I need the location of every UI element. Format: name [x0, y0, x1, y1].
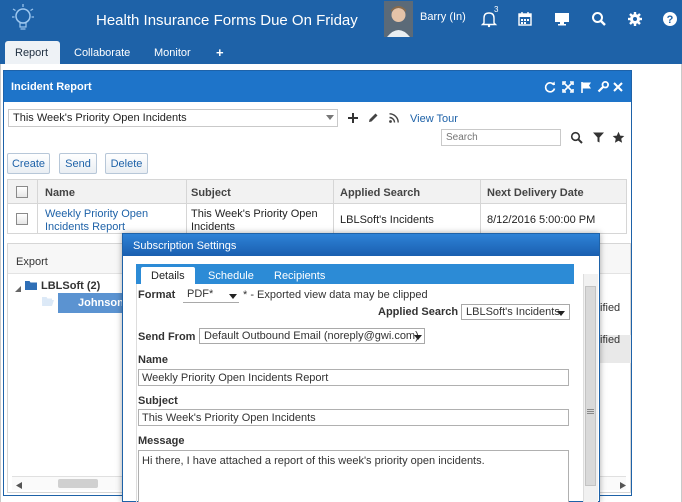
send-from-label: Send From: [138, 331, 196, 343]
chevron-down-icon[interactable]: [326, 115, 334, 120]
tab-monitor[interactable]: Monitor: [144, 41, 201, 64]
column-header-next-delivery[interactable]: Next Delivery Date: [487, 187, 584, 199]
delete-button[interactable]: Delete: [105, 153, 148, 174]
calendar-icon[interactable]: [516, 10, 534, 28]
scrollbar-grip-icon: [587, 406, 594, 414]
scroll-right-icon[interactable]: [620, 480, 626, 489]
folder-open-icon: [42, 296, 54, 307]
filter-icon[interactable]: [592, 131, 605, 144]
view-tour-link[interactable]: View Tour: [410, 113, 458, 125]
column-header-name[interactable]: Name: [45, 187, 75, 199]
tab-schedule[interactable]: Schedule: [198, 267, 264, 284]
tab-collaborate[interactable]: Collaborate: [64, 41, 140, 64]
dialog-body: Format PDF* * - Exported view data may b…: [136, 284, 574, 502]
row-applied-search: LBLSoft's Incidents: [340, 214, 434, 226]
table-row[interactable]: Weekly Priority Open Incidents Report Th…: [8, 205, 626, 233]
lightbulb-logo-icon[interactable]: [10, 2, 36, 36]
dialog-tabs: Details Schedule Recipients: [136, 264, 574, 284]
send-from-select[interactable]: Default Outbound Email (noreply@gwi.com): [199, 328, 425, 344]
send-button[interactable]: Send: [59, 153, 97, 174]
row-subject: This Week's Priority Open Incidents: [191, 208, 318, 233]
format-label: Format: [138, 289, 176, 301]
subject-field[interactable]: This Week's Priority Open Incidents: [138, 409, 569, 426]
folder-icon: [25, 280, 37, 291]
panel-title: Incident Report: [11, 81, 92, 93]
column-header-applied-search[interactable]: Applied Search: [340, 187, 420, 199]
modified-text: ified: [600, 302, 621, 314]
main-tabs: Report Collaborate Monitor +: [0, 38, 682, 64]
row-checkbox[interactable]: [16, 213, 28, 225]
applied-search-label: Applied Search: [378, 306, 459, 318]
expand-icon[interactable]: [562, 81, 574, 93]
top-bar: Health Insurance Forms Due On Friday Bar…: [0, 0, 682, 38]
rss-icon[interactable]: [388, 112, 400, 124]
scrollbar-thumb[interactable]: [58, 479, 98, 488]
name-label: Name: [138, 354, 168, 366]
wrench-icon[interactable]: [597, 81, 609, 93]
notification-count: 3: [494, 5, 499, 14]
row-next-delivery: 8/12/2016 5:00:00 PM: [487, 214, 596, 226]
tab-details[interactable]: Details: [141, 267, 195, 284]
flag-icon[interactable]: [580, 81, 592, 93]
refresh-icon[interactable]: [544, 81, 556, 93]
subject-label: Subject: [138, 395, 178, 407]
gear-icon[interactable]: [626, 10, 644, 28]
subscriptions-table: Name Subject Applied Search Next Deliver…: [7, 179, 627, 234]
tab-report[interactable]: Report: [5, 41, 60, 64]
dialog-header[interactable]: Subscription Settings: [123, 234, 599, 256]
add-tab-button[interactable]: +: [206, 41, 234, 64]
chevron-down-icon[interactable]: [229, 294, 237, 299]
view-select[interactable]: This Week's Priority Open Incidents: [8, 109, 338, 127]
avatar[interactable]: [384, 1, 413, 37]
row-name-link[interactable]: Weekly Priority Open Incidents Report: [45, 208, 183, 234]
name-field[interactable]: Weekly Priority Open Incidents Report: [138, 369, 569, 386]
column-header-subject[interactable]: Subject: [191, 187, 231, 199]
export-label: Export: [16, 256, 48, 268]
create-button[interactable]: Create: [7, 153, 50, 174]
tree-node-lblsoft[interactable]: LBLSoft (2): [41, 280, 100, 292]
tab-recipients[interactable]: Recipients: [264, 267, 335, 284]
page-title: Health Insurance Forms Due On Friday: [96, 12, 358, 29]
message-textarea[interactable]: Hi there, I have attached a report of th…: [138, 450, 569, 502]
chevron-down-icon[interactable]: [557, 311, 565, 316]
monitor-icon[interactable]: [553, 10, 571, 28]
search-icon[interactable]: [570, 131, 583, 144]
star-icon[interactable]: [612, 131, 625, 144]
edit-icon[interactable]: [367, 112, 379, 124]
help-icon[interactable]: ?: [661, 10, 679, 28]
panel-header: Incident Report: [4, 71, 631, 102]
scroll-left-icon[interactable]: [16, 480, 22, 489]
scrollbar-thumb[interactable]: [585, 286, 596, 486]
select-all-checkbox[interactable]: [16, 186, 28, 198]
dialog-title: Subscription Settings: [133, 240, 237, 252]
chevron-down-icon[interactable]: [414, 335, 422, 340]
modified-text: ified: [600, 334, 621, 346]
applied-search-select[interactable]: LBLSoft's Incidents: [461, 304, 570, 320]
format-note: * - Exported view data may be clipped: [243, 289, 428, 301]
message-label: Message: [138, 435, 185, 447]
svg-text:?: ?: [667, 14, 674, 26]
user-name[interactable]: Barry (In): [420, 11, 466, 23]
collapse-arrow-icon[interactable]: [15, 283, 21, 292]
add-icon[interactable]: [347, 112, 359, 124]
close-icon[interactable]: [612, 81, 624, 93]
search-icon[interactable]: [590, 10, 608, 28]
search-input[interactable]: [441, 129, 561, 146]
table-header: Name Subject Applied Search Next Deliver…: [8, 180, 626, 204]
subscription-settings-dialog: Subscription Settings Details Schedule R…: [122, 233, 600, 502]
